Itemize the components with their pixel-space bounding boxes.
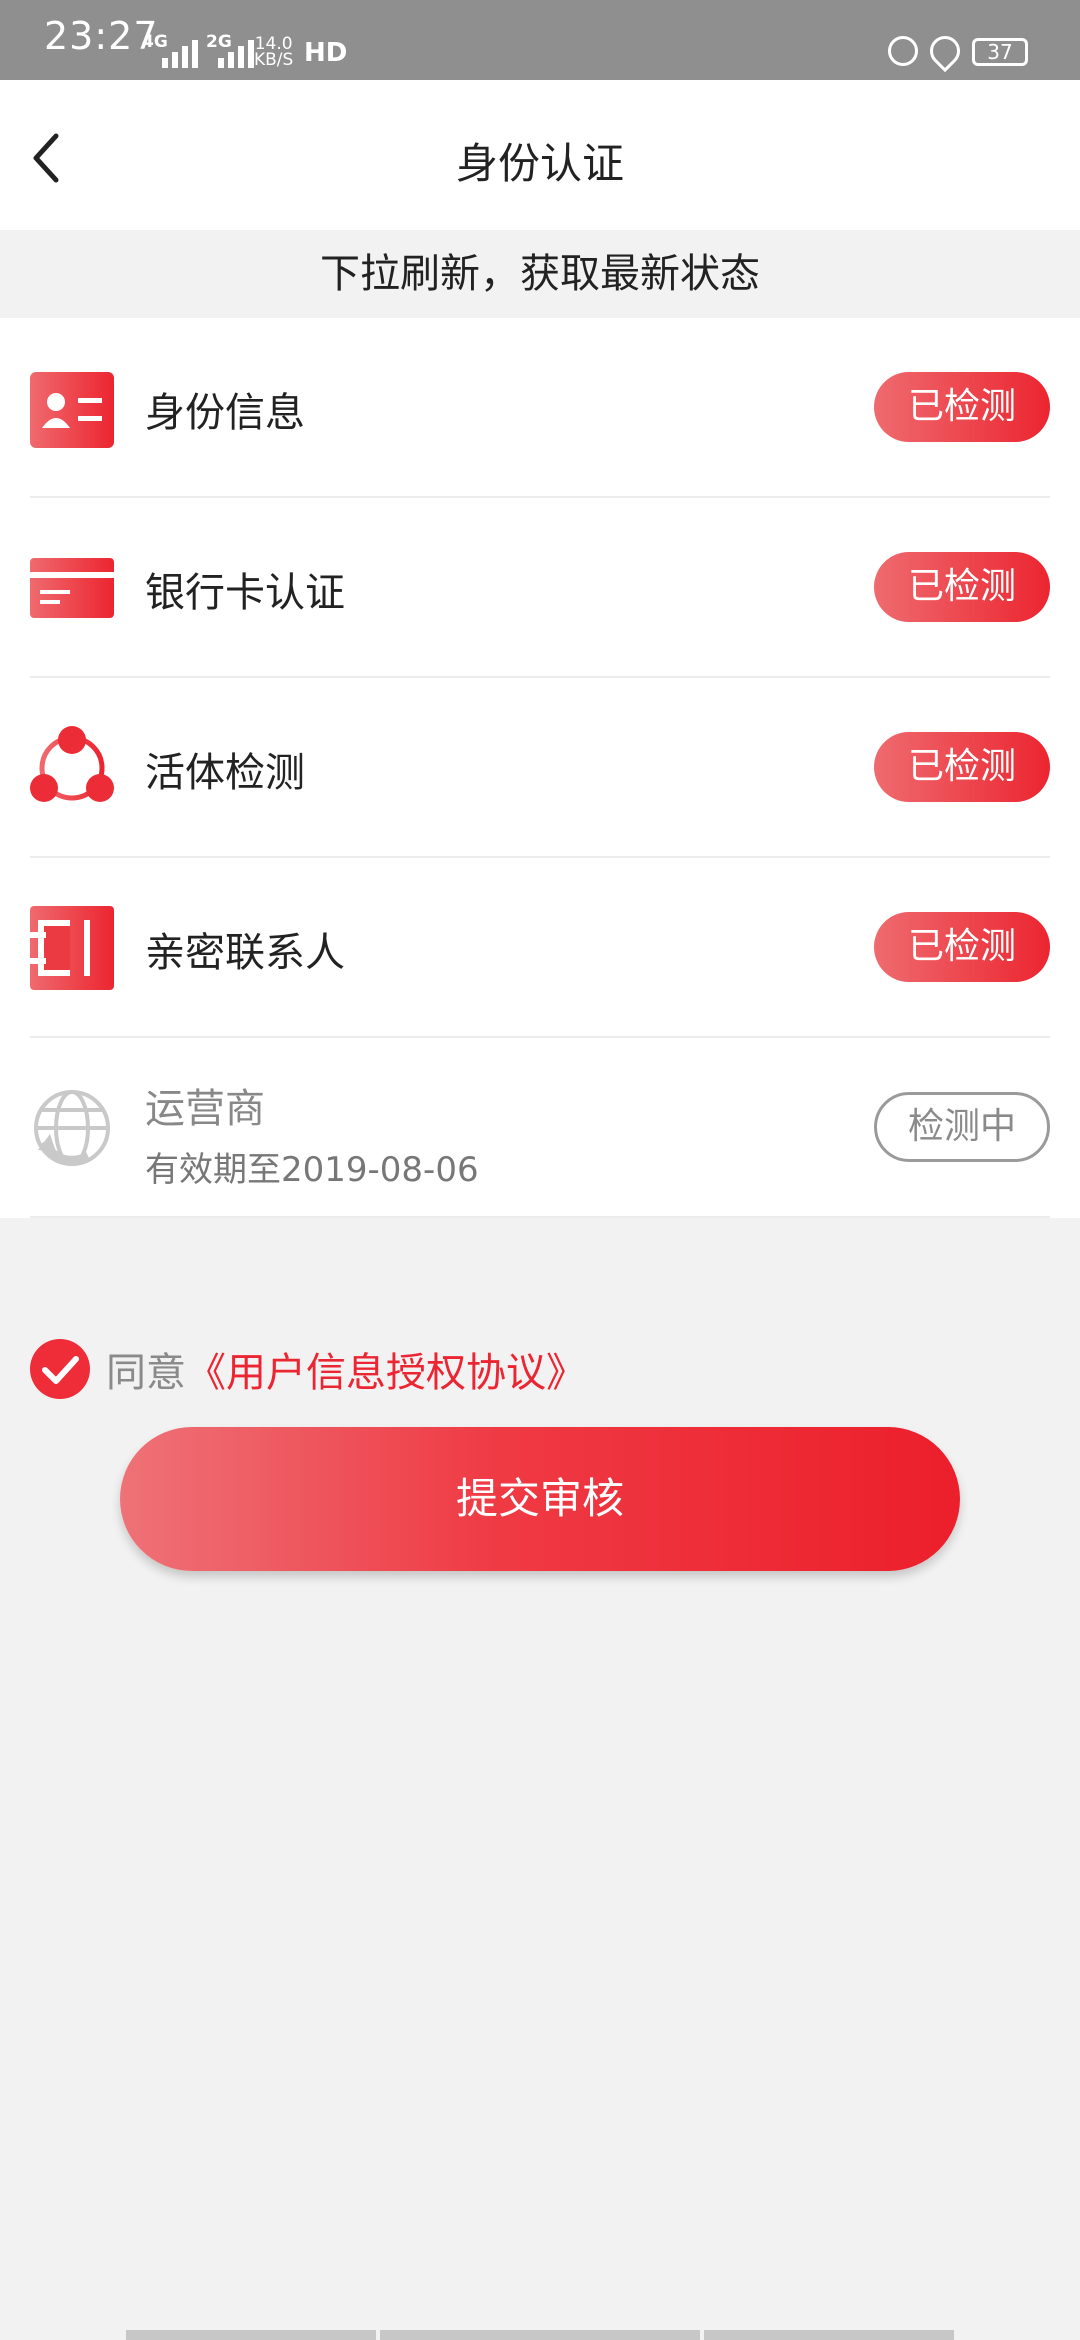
item-label: 身份信息 [145, 390, 305, 436]
signal-icon-2 [218, 32, 254, 68]
divider [30, 1216, 1050, 1218]
list-item-identity[interactable]: 身份信息 已检测 [0, 318, 1080, 498]
pull-to-refresh-hint: 下拉刷新，获取最新状态 [0, 230, 1080, 318]
verification-list: 身份信息 已检测 银行卡认证 已检测 活体检测 已检测 亲密联系人 已检测 运营… [0, 318, 1080, 1218]
checkmark-icon [42, 1356, 79, 1384]
title-bar: 身份认证 [0, 80, 1080, 230]
hd-indicator: HD [304, 38, 348, 68]
status-badge[interactable]: 已检测 [874, 372, 1050, 442]
contacts-icon [30, 906, 114, 990]
signal-icon-1 [162, 32, 198, 68]
item-label: 运营商 [145, 1086, 265, 1132]
item-label: 活体检测 [145, 750, 305, 796]
agree-prefix: 同意 [106, 1350, 186, 1396]
item-label: 银行卡认证 [145, 570, 345, 616]
item-label: 亲密联系人 [145, 930, 345, 976]
bank-card-icon [30, 546, 114, 630]
page-title: 身份认证 [455, 139, 624, 188]
nav-hint-right[interactable] [704, 2330, 954, 2340]
status-badge[interactable]: 检测中 [874, 1092, 1050, 1162]
status-badge[interactable]: 已检测 [874, 732, 1050, 802]
status-badge[interactable]: 已检测 [874, 912, 1050, 982]
battery-level: 37 [987, 40, 1013, 64]
agree-checkbox[interactable] [30, 1339, 90, 1399]
status-badge[interactable]: 已检测 [874, 552, 1050, 622]
battery-icon: 37 [972, 38, 1028, 66]
net-speed-unit: KB/S [254, 50, 294, 70]
agreement-row: 同意 《用户信息授权协议》 [30, 1338, 586, 1400]
list-item-contacts[interactable]: 亲密联系人 已检测 [0, 858, 1080, 1038]
status-bar: 23:27 4G 2G 14.0 KB/S HD 37 [0, 0, 1080, 80]
carrier-globe-icon [30, 1086, 114, 1170]
item-validity: 有效期至2019-08-06 [145, 1150, 479, 1190]
list-item-carrier[interactable]: 运营商 有效期至2019-08-06 检测中 [0, 1038, 1080, 1218]
nav-hint-left[interactable] [126, 2330, 376, 2340]
net-speed: 14.0 KB/S [254, 36, 294, 70]
agreement-link[interactable]: 《用户信息授权协议》 [186, 1340, 586, 1398]
location-icon [923, 29, 967, 73]
list-item-liveness[interactable]: 活体检测 已检测 [0, 678, 1080, 858]
id-card-icon [30, 368, 114, 452]
liveness-icon [30, 726, 114, 810]
submit-review-button[interactable]: 提交审核 [120, 1427, 960, 1571]
list-item-bank-card[interactable]: 银行卡认证 已检测 [0, 498, 1080, 678]
nav-hint-center[interactable] [380, 2330, 700, 2340]
lock-rotation-icon [888, 36, 918, 66]
